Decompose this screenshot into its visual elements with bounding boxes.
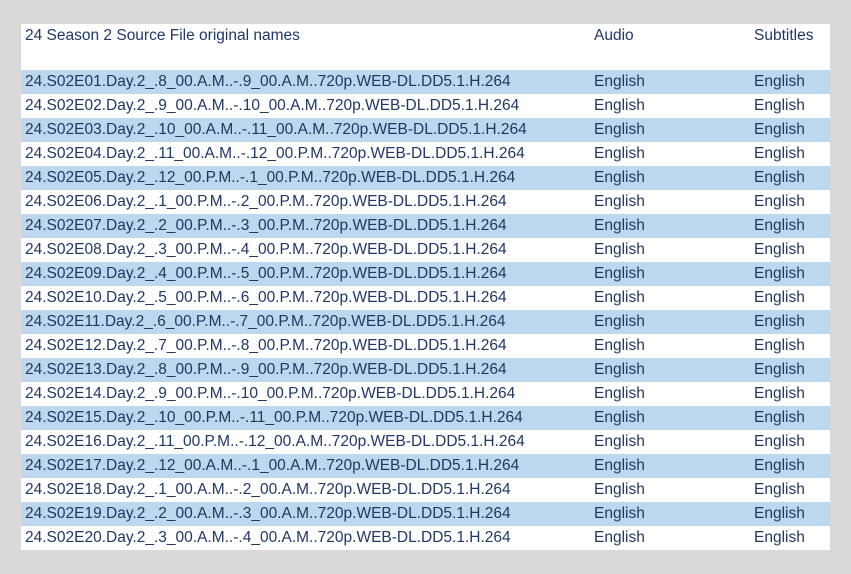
subtitles-cell: English — [754, 97, 805, 114]
subtitles-cell: English — [754, 289, 805, 306]
file-name-cell: 24.S02E18.Day.2_.1_00.A.M..-.2_00.A.M..7… — [25, 481, 511, 498]
table-row: 24.S02E14.Day.2_.9_00.P.M..-.10_00.P.M..… — [21, 382, 830, 406]
file-name-cell: 24.S02E13.Day.2_.8_00.P.M..-.9_00.P.M..7… — [25, 361, 507, 378]
table-row: 24.S02E17.Day.2_.12_00.A.M..-.1_00.A.M..… — [21, 454, 830, 478]
table-row: 24.S02E01.Day.2_.8_00.A.M..-.9_00.A.M..7… — [21, 70, 830, 94]
file-list-table: 24 Season 2 Source File original names A… — [21, 24, 830, 550]
file-name-cell: 24.S02E15.Day.2_.10_00.P.M..-.11_00.P.M.… — [25, 409, 523, 426]
table-row: 24.S02E11.Day.2_.6_00.P.M..-.7_00.P.M..7… — [21, 310, 830, 334]
audio-cell: English — [594, 241, 645, 258]
subtitles-cell: English — [754, 313, 805, 330]
subtitles-cell: English — [754, 73, 805, 90]
audio-cell: English — [594, 505, 645, 522]
subtitles-cell: English — [754, 193, 805, 210]
subtitles-cell: English — [754, 121, 805, 138]
subtitles-cell: English — [754, 217, 805, 234]
audio-cell: English — [594, 145, 645, 162]
table-row: 24.S02E05.Day.2_.12_00.P.M..-.1_00.P.M..… — [21, 166, 830, 190]
subtitles-cell: English — [754, 337, 805, 354]
file-name-cell: 24.S02E10.Day.2_.5_00.P.M..-.6_00.P.M..7… — [25, 289, 507, 306]
subtitles-cell: English — [754, 505, 805, 522]
subtitles-cell: English — [754, 169, 805, 186]
table-row: 24.S02E04.Day.2_.11_00.A.M..-.12_00.P.M.… — [21, 142, 830, 166]
table-body: 24.S02E01.Day.2_.8_00.A.M..-.9_00.A.M..7… — [21, 70, 830, 550]
table-row: 24.S02E10.Day.2_.5_00.P.M..-.6_00.P.M..7… — [21, 286, 830, 310]
subtitles-column-header: Subtitles — [754, 27, 814, 44]
file-name-cell: 24.S02E01.Day.2_.8_00.A.M..-.9_00.A.M..7… — [25, 73, 511, 90]
audio-cell: English — [594, 313, 645, 330]
file-name-cell: 24.S02E09.Day.2_.4_00.P.M..-.5_00.P.M..7… — [25, 265, 507, 282]
subtitles-cell: English — [754, 457, 805, 474]
file-name-cell: 24.S02E08.Day.2_.3_00.P.M..-.4_00.P.M..7… — [25, 241, 507, 258]
subtitles-cell: English — [754, 481, 805, 498]
file-name-cell: 24.S02E20.Day.2_.3_00.A.M..-.4_00.A.M..7… — [25, 529, 511, 546]
file-name-cell: 24.S02E03.Day.2_.10_00.A.M..-.11_00.A.M.… — [25, 121, 527, 138]
table-title: 24 Season 2 Source File original names — [25, 27, 300, 44]
table-row: 24.S02E13.Day.2_.8_00.P.M..-.9_00.P.M..7… — [21, 358, 830, 382]
file-name-cell: 24.S02E06.Day.2_.1_00.P.M..-.2_00.P.M..7… — [25, 193, 507, 210]
table-row: 24.S02E03.Day.2_.10_00.A.M..-.11_00.A.M.… — [21, 118, 830, 142]
audio-cell: English — [594, 97, 645, 114]
subtitles-cell: English — [754, 385, 805, 402]
file-name-cell: 24.S02E02.Day.2_.9_00.A.M..-.10_00.A.M..… — [25, 97, 520, 114]
subtitles-cell: English — [754, 145, 805, 162]
table-row: 24.S02E20.Day.2_.3_00.A.M..-.4_00.A.M..7… — [21, 526, 830, 550]
file-name-cell: 24.S02E16.Day.2_.11_00.P.M..-.12_00.A.M.… — [25, 433, 525, 450]
spacer-row — [21, 48, 830, 70]
subtitles-cell: English — [754, 529, 805, 546]
audio-cell: English — [594, 385, 645, 402]
file-name-cell: 24.S02E07.Day.2_.2_00.P.M..-.3_00.P.M..7… — [25, 217, 507, 234]
audio-cell: English — [594, 193, 645, 210]
audio-cell: English — [594, 169, 645, 186]
table-row: 24.S02E16.Day.2_.11_00.P.M..-.12_00.A.M.… — [21, 430, 830, 454]
audio-cell: English — [594, 337, 645, 354]
table-row: 24.S02E18.Day.2_.1_00.A.M..-.2_00.A.M..7… — [21, 478, 830, 502]
table-row: 24.S02E19.Day.2_.2_00.A.M..-.3_00.A.M..7… — [21, 502, 830, 526]
subtitles-cell: English — [754, 409, 805, 426]
audio-cell: English — [594, 409, 645, 426]
subtitles-cell: English — [754, 265, 805, 282]
audio-cell: English — [594, 481, 645, 498]
subtitles-cell: English — [754, 433, 805, 450]
audio-cell: English — [594, 433, 645, 450]
table-row: 24.S02E15.Day.2_.10_00.P.M..-.11_00.P.M.… — [21, 406, 830, 430]
file-name-cell: 24.S02E17.Day.2_.12_00.A.M..-.1_00.A.M..… — [25, 457, 520, 474]
subtitles-cell: English — [754, 241, 805, 258]
file-name-cell: 24.S02E14.Day.2_.9_00.P.M..-.10_00.P.M..… — [25, 385, 516, 402]
audio-column-header: Audio — [594, 27, 634, 44]
file-name-cell: 24.S02E05.Day.2_.12_00.P.M..-.1_00.P.M..… — [25, 169, 516, 186]
audio-cell: English — [594, 121, 645, 138]
file-name-cell: 24.S02E11.Day.2_.6_00.P.M..-.7_00.P.M..7… — [25, 313, 506, 330]
audio-cell: English — [594, 289, 645, 306]
table-row: 24.S02E02.Day.2_.9_00.A.M..-.10_00.A.M..… — [21, 94, 830, 118]
audio-cell: English — [594, 265, 645, 282]
file-name-cell: 24.S02E19.Day.2_.2_00.A.M..-.3_00.A.M..7… — [25, 505, 511, 522]
audio-cell: English — [594, 217, 645, 234]
table-row: 24.S02E09.Day.2_.4_00.P.M..-.5_00.P.M..7… — [21, 262, 830, 286]
table-header-row: 24 Season 2 Source File original names A… — [21, 24, 830, 48]
table-row: 24.S02E06.Day.2_.1_00.P.M..-.2_00.P.M..7… — [21, 190, 830, 214]
table-row: 24.S02E07.Day.2_.2_00.P.M..-.3_00.P.M..7… — [21, 214, 830, 238]
file-name-cell: 24.S02E04.Day.2_.11_00.A.M..-.12_00.P.M.… — [25, 145, 525, 162]
subtitles-cell: English — [754, 361, 805, 378]
audio-cell: English — [594, 361, 645, 378]
audio-cell: English — [594, 457, 645, 474]
audio-cell: English — [594, 529, 645, 546]
file-name-cell: 24.S02E12.Day.2_.7_00.P.M..-.8_00.P.M..7… — [25, 337, 507, 354]
table-row: 24.S02E08.Day.2_.3_00.P.M..-.4_00.P.M..7… — [21, 238, 830, 262]
audio-cell: English — [594, 73, 645, 90]
table-row: 24.S02E12.Day.2_.7_00.P.M..-.8_00.P.M..7… — [21, 334, 830, 358]
